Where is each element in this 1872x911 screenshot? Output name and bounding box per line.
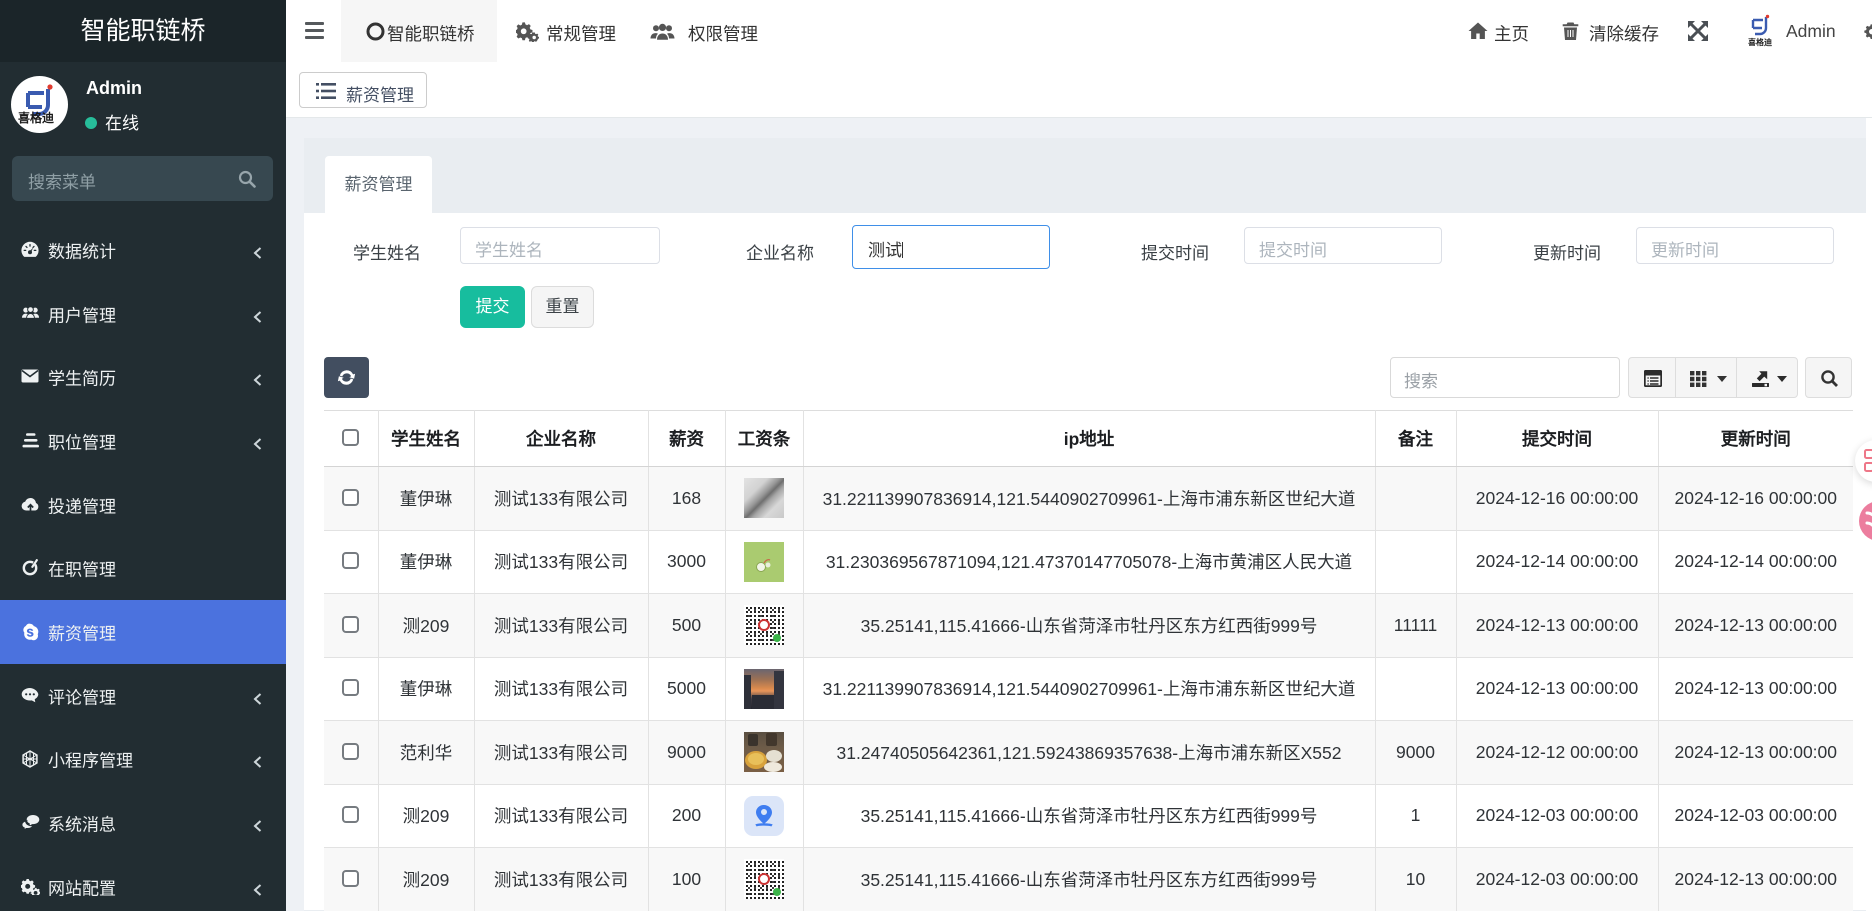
svg-text:喜格迪: 喜格迪 xyxy=(1748,37,1772,47)
svg-text:喜格迪: 喜格迪 xyxy=(18,110,54,125)
